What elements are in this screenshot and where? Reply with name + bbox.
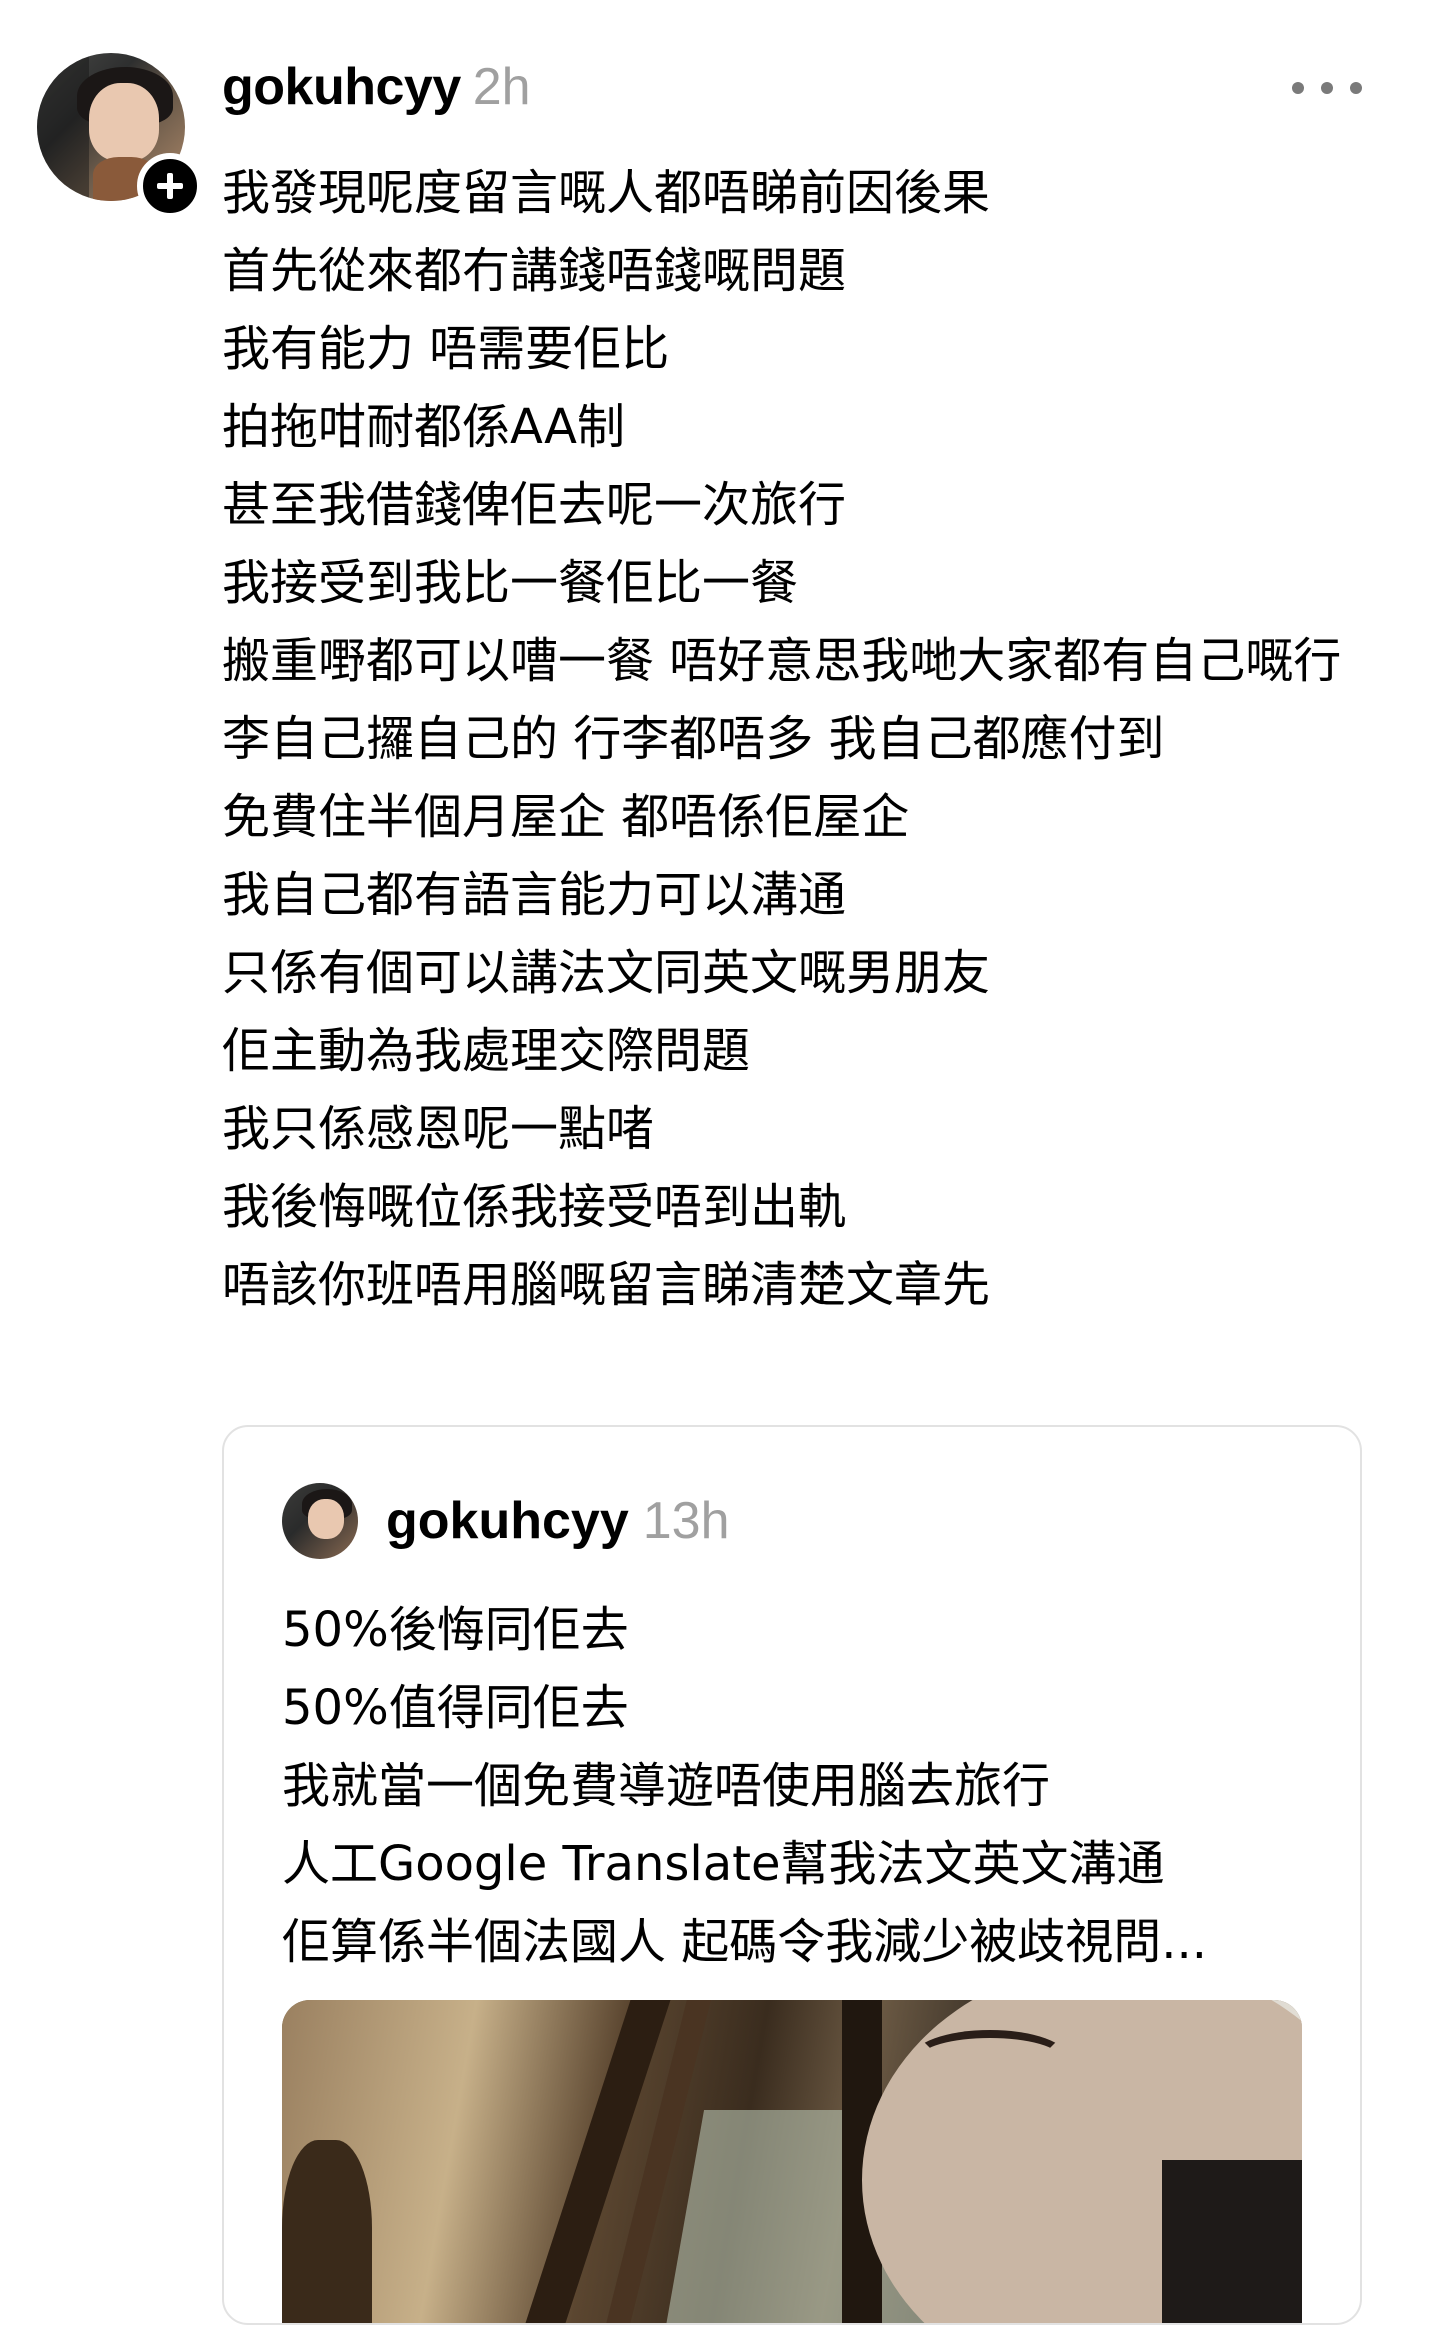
more-dots-icon [1292,82,1304,94]
post-line: 我發現呢度留言嘅人都唔睇前因後果 [222,165,991,221]
quoted-media-image[interactable] [282,2000,1302,2323]
quoted-line: 50%後悔同佢去 [282,1602,629,1658]
quoted-line: 佢算係半個法國人 起碼令我減少被歧視問... [282,1914,1208,1970]
post-line: 甚至我借錢俾佢去呢一次旅行 [222,477,847,533]
post-timestamp: 2h [472,58,531,116]
post-line: 我自己都有語言能力可以溝通 [222,867,847,923]
quoted-line: 我就當一個免費導遊唔使用腦去旅行￼ [282,1758,1051,1814]
quoted-line: 50%值得同佢去 [282,1680,629,1736]
username[interactable]: gokuhcyy [222,57,461,117]
post-line: 我有能力 唔需要佢比 [222,321,670,377]
post-line: ￼搬重嘢都可以嘈一餐 唔好意思我哋大家都有自己嘅行李自己攞自己的 行李都唔多 我… [222,633,1342,767]
quoted-post-body: 50%後悔同佢去 50%值得同佢去 我就當一個免費導遊唔使用腦去旅行￼ 人工Go… [282,1591,1332,1981]
thread-post: gokuhcyy 2h 我發現呢度留言嘅人都唔睇前因後果 首先從來都冇講錢唔錢嘅… [0,0,1440,2325]
follow-button[interactable] [137,153,203,219]
post-line: 我接受到我比一餐佢比一餐 [222,555,799,611]
quoted-avatar[interactable] [282,1483,358,1559]
post-line: 我只係感恩呢一點啫 [222,1101,655,1157]
quoted-post-card[interactable]: gokuhcyy 13h 50%後悔同佢去 50%值得同佢去 我就當一個免費導遊… [222,1425,1362,2325]
quoted-timestamp: 13h [642,1492,730,1550]
post-header: gokuhcyy 2h [222,52,531,122]
quoted-line: 人工Google Translate幫我法文英文溝通 [282,1836,1165,1892]
more-options-button[interactable] [1292,66,1362,110]
quoted-post-header: gokuhcyy 13h [386,1483,730,1559]
plus-icon [157,173,183,199]
post-line: 首先從來都冇講錢唔錢嘅問題 [222,243,847,299]
post-line: 拍拖咁耐都係AA制 [222,399,626,455]
post-line: 我後悔嘅位係我接受唔到出軌 [222,1179,847,1235]
post-line: 只係有個可以講法文同英文嘅男朋友 [222,945,991,1001]
post-line: 佢主動為我處理交際問題 [222,1023,751,1079]
quoted-username[interactable]: gokuhcyy [386,1491,629,1551]
post-body: 我發現呢度留言嘅人都唔睇前因後果 首先從來都冇講錢唔錢嘅問題 我有能力 唔需要佢… [222,154,1382,1324]
post-line: 唔該你班唔用腦嘅留言睇清楚文章先 [222,1257,991,1313]
post-line: 免費住半個月屋企 都唔係佢屋企 [222,789,910,845]
author-avatar-container[interactable] [37,53,203,219]
